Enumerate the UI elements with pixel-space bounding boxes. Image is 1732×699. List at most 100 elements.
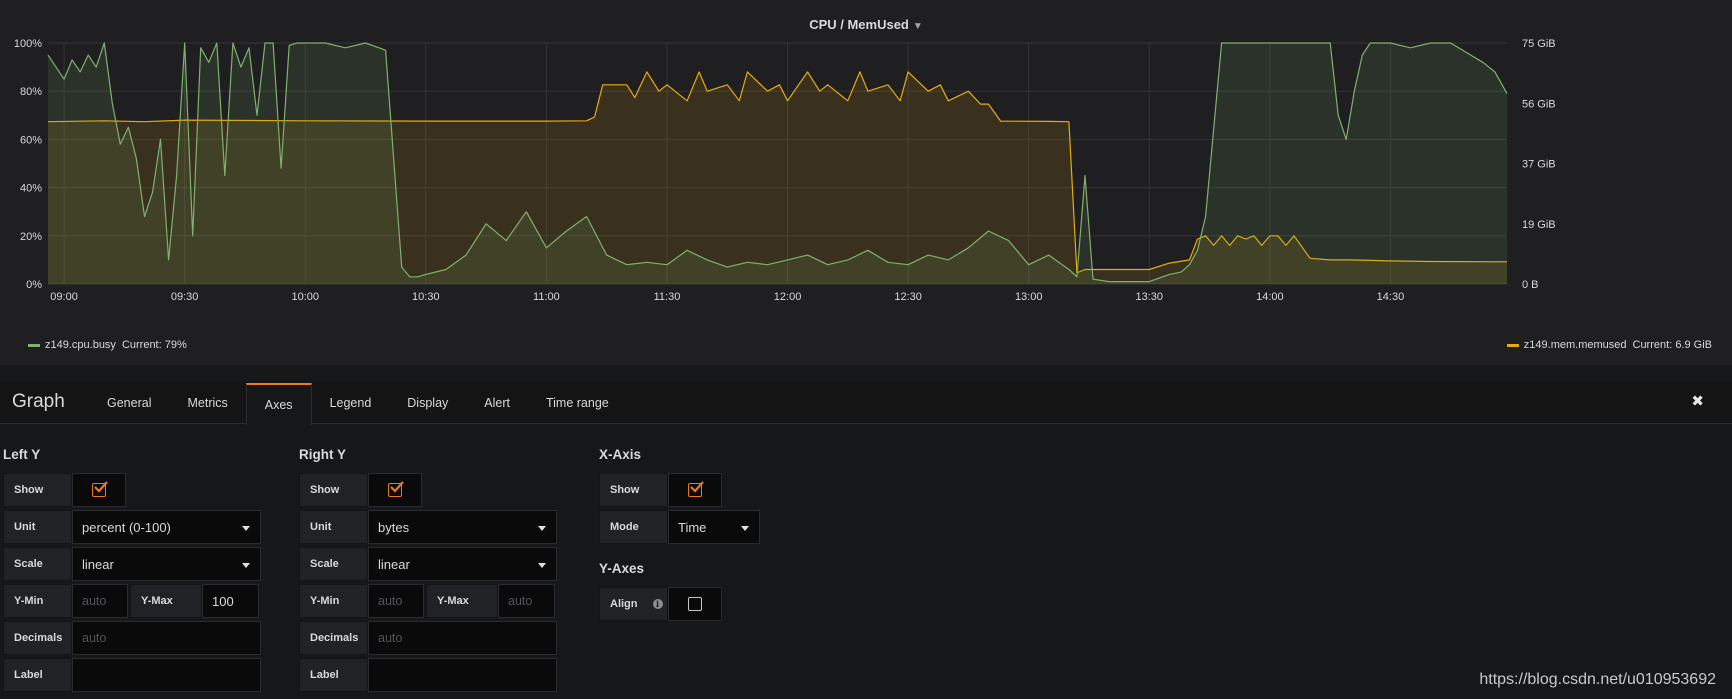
checkbox-checked-icon — [688, 481, 704, 497]
y-left-tick-label: 80% — [20, 86, 42, 98]
graph-panel: 0% 20% 40% 60% 80% 100% 0 B 19 GiB 37 GiB 56 GiB 7… — [0, 0, 1732, 366]
x-tick-label: 09:00 — [50, 291, 78, 303]
left-y-scale-label: Scale — [3, 547, 72, 581]
tab-axes[interactable]: Axes — [245, 383, 312, 425]
legend-series-name[interactable]: z149.cpu.busy — [45, 339, 116, 351]
left-y-unit-value: percent (0-100) — [82, 519, 171, 535]
x-tick-label: 13:00 — [1015, 291, 1043, 303]
x-tick-label: 13:30 — [1136, 291, 1164, 303]
tab-time-range[interactable]: Time range — [528, 381, 627, 424]
right-y-show-checkbox[interactable] — [368, 473, 422, 507]
editor-title: Graph — [12, 391, 65, 412]
y-left-tick-label: 40% — [20, 183, 42, 195]
right-y-section: Right Y Show Unit bytes Scale linear Y-M… — [299, 447, 559, 695]
legend-current-value: 79% — [164, 339, 187, 351]
watermark: https://blog.csdn.net/u010953692 — [1479, 671, 1716, 688]
left-y-max-input[interactable]: 100 — [202, 584, 259, 618]
section-title-right-y: Right Y — [299, 447, 346, 462]
legend-swatch-mem — [1506, 343, 1519, 347]
legend-current-label: Current: — [1632, 339, 1673, 351]
dropdown-arrow-icon — [538, 563, 546, 568]
y-right-tick-label: 19 GiB — [1522, 219, 1556, 231]
y-right-tick-label: 37 GiB — [1522, 159, 1556, 171]
checkbox-checked-icon — [92, 481, 108, 497]
right-y-max-input[interactable]: auto — [498, 584, 555, 618]
tab-alert[interactable]: Alert — [466, 381, 528, 424]
tab-metrics[interactable]: Metrics — [169, 381, 245, 424]
checkbox-unchecked-icon — [688, 597, 702, 611]
left-y-decimals-label: Decimals — [3, 621, 72, 655]
right-y-max-label: Y-Max — [426, 584, 498, 618]
dropdown-arrow-icon — [538, 526, 546, 531]
close-editor-icon[interactable]: ✖ — [1691, 392, 1704, 410]
info-icon[interactable]: i — [652, 599, 663, 609]
legend-current-value: 6.9 GiB — [1675, 339, 1712, 351]
legend-cpu-busy[interactable]: z149.cpu.busy Current: 79% — [28, 339, 187, 351]
left-y-label-input[interactable] — [72, 658, 261, 692]
left-y-label-label: Label — [3, 658, 72, 692]
left-y-show-label: Show — [3, 473, 72, 507]
right-y-unit-select[interactable]: bytes — [368, 510, 557, 544]
left-y-unit-select[interactable]: percent (0-100) — [72, 510, 261, 544]
y-axes-align-label: Align i — [599, 587, 668, 621]
y-right-tick-label: 0 B — [1522, 279, 1539, 291]
x-tick-label: 12:00 — [774, 291, 802, 303]
x-tick-label: 10:00 — [291, 291, 319, 303]
x-tick-label: 11:00 — [533, 291, 560, 303]
x-tick-label: 11:30 — [654, 291, 681, 303]
tab-legend[interactable]: Legend — [312, 381, 390, 424]
checkbox-checked-icon — [388, 481, 404, 497]
dropdown-arrow-icon — [242, 563, 250, 568]
section-title-x-axis: X-Axis — [599, 447, 642, 462]
right-y-unit-label: Unit — [299, 510, 368, 544]
x-axis-section: X-Axis Show Mode Time Y-Axes Align i — [599, 447, 769, 624]
y-right-tick-label: 75 GiB — [1522, 38, 1556, 50]
left-y-unit-label: Unit — [3, 510, 72, 544]
legend-swatch-cpu — [28, 343, 40, 347]
left-y-scale-select[interactable]: linear — [72, 547, 261, 581]
right-y-min-input[interactable]: auto — [368, 584, 424, 618]
panel-title[interactable]: CPU / MemUsed ▼ — [0, 17, 1732, 32]
panel-editor-header: Graph General Metrics Axes Legend Display Ale… — [0, 381, 1732, 425]
right-y-label-label: Label — [299, 658, 368, 692]
x-axis-mode-select[interactable]: Time — [668, 510, 760, 544]
cpu-memused-chart[interactable]: 0% 20% 40% 60% 80% 100% 0 B 19 GiB 37 GiB 56 GiB 7… — [0, 0, 1732, 366]
right-y-show-label: Show — [299, 473, 368, 507]
panel-title-text[interactable]: CPU / MemUsed — [809, 17, 909, 32]
left-y-max-label: Y-Max — [130, 584, 202, 618]
right-y-min-label: Y-Min — [299, 584, 368, 618]
left-y-show-checkbox[interactable] — [72, 473, 126, 507]
left-y-min-input[interactable]: auto — [72, 584, 128, 618]
left-y-scale-value: linear — [82, 556, 114, 572]
right-y-decimals-input[interactable]: auto — [368, 621, 557, 655]
x-tick-label: 12:30 — [894, 291, 922, 303]
dropdown-arrow-icon — [242, 526, 250, 531]
section-title-y-axes: Y-Axes — [599, 561, 645, 576]
left-y-min-label: Y-Min — [3, 584, 72, 618]
legend-current-label: Current: — [121, 339, 162, 351]
right-y-decimals-label: Decimals — [299, 621, 368, 655]
x-tick-label: 14:30 — [1377, 291, 1405, 303]
y-left-tick-label: 60% — [20, 134, 42, 146]
legend-mem-used[interactable]: z149.mem.memused Current: 6.9 GiB — [1506, 339, 1712, 351]
y-axes-align-checkbox[interactable] — [668, 587, 722, 621]
x-axis-show-checkbox[interactable] — [668, 473, 722, 507]
caret-down-icon[interactable]: ▼ — [913, 21, 923, 32]
y-left-tick-label: 20% — [20, 231, 42, 243]
editor-tabs: General Metrics Axes Legend Display Alert Time… — [89, 381, 627, 425]
section-title-left-y: Left Y — [3, 447, 41, 462]
dropdown-arrow-icon — [741, 526, 749, 531]
y-axes-align-text: Align — [610, 598, 638, 610]
legend-series-name[interactable]: z149.mem.memused — [1524, 339, 1627, 351]
tab-display[interactable]: Display — [389, 381, 466, 424]
x-axis-mode-label: Mode — [599, 510, 668, 544]
x-tick-label: 14:00 — [1256, 291, 1284, 303]
right-y-label-input[interactable] — [368, 658, 557, 692]
tab-general[interactable]: General — [89, 381, 169, 424]
right-y-scale-value: linear — [378, 556, 410, 572]
right-y-unit-value: bytes — [378, 519, 410, 535]
left-y-decimals-input[interactable]: auto — [72, 621, 261, 655]
right-y-scale-select[interactable]: linear — [368, 547, 557, 581]
left-y-section: Left Y Show Unit percent (0-100) Scale l… — [3, 447, 261, 695]
y-right-tick-label: 56 GiB — [1522, 98, 1556, 110]
